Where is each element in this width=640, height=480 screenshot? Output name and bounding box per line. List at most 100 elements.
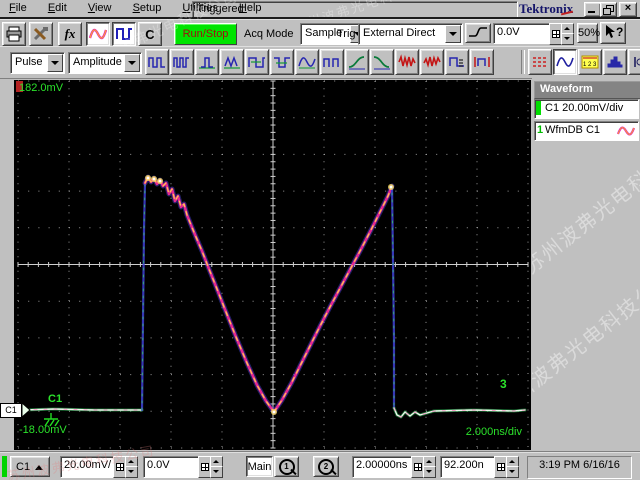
wave-button[interactable] [295, 49, 319, 75]
duty-button[interactable] [270, 49, 294, 75]
print-button[interactable] [2, 22, 26, 46]
cursors-button[interactable] [528, 49, 552, 75]
pair-icon [323, 58, 339, 67]
graticule-svg [17, 80, 529, 449]
measurement-icon-bar [145, 49, 495, 75]
status-bar: C1 20.00mV/ 0.0V Main 1 2 2.00000ns 92.2… [0, 443, 640, 480]
menu-setup[interactable]: Setup [124, 0, 171, 17]
rise-button[interactable] [345, 49, 369, 75]
clear-button[interactable]: C [138, 22, 162, 46]
vertical-offset-field[interactable]: 0.0V [143, 456, 200, 478]
width-button[interactable] [245, 49, 269, 75]
spin-down-icon[interactable] [423, 466, 436, 478]
measurement-dropdown-button[interactable] [124, 54, 140, 72]
watermark-text: 苏州波弗光电科技公司 [532, 266, 640, 419]
run-stop-button[interactable]: Run/Stop [174, 23, 237, 45]
waveform-scale-row[interactable]: C1 20.00mV/div [534, 99, 639, 119]
chevron-down-icon [128, 61, 136, 65]
fx-icon: fx [64, 26, 76, 41]
acq-mode-label: Acq Mode [244, 28, 294, 40]
menu-bar: File Edit View Setup Utilities Help Trig… [0, 0, 640, 35]
timebase-readout: 2.000ns/div [465, 426, 522, 438]
menu-view[interactable]: View [79, 0, 121, 17]
pulse3-button[interactable] [195, 49, 219, 75]
jit1-button[interactable] [395, 49, 419, 75]
minimize-icon [588, 11, 595, 13]
oscilloscope-app-window: File Edit View Setup Utilities Help Trig… [0, 0, 640, 480]
timebase-main-button[interactable]: Main [246, 456, 273, 477]
measure-category-dropdown-button[interactable] [47, 54, 63, 72]
pulse-display-button[interactable] [112, 22, 136, 46]
trigger-source-select[interactable]: External Direct [358, 23, 463, 45]
menu-edit[interactable]: Edit [39, 0, 76, 17]
channel-select-button[interactable]: C1 [10, 456, 50, 477]
duty-icon [274, 57, 290, 68]
spin-down-icon[interactable] [561, 33, 574, 45]
waveform-view-icon [556, 57, 574, 67]
horizontal-scale-spinner[interactable] [423, 456, 436, 478]
trigger-source-dropdown-button[interactable] [445, 25, 461, 43]
spin-down-icon[interactable] [506, 466, 519, 478]
trigger-level-field[interactable]: 0.0V [493, 23, 550, 44]
levels-button[interactable] [445, 49, 469, 75]
waveform-view-button[interactable] [553, 49, 577, 75]
chevron-down-icon [449, 32, 457, 36]
measure-category-select[interactable]: Pulse [10, 52, 65, 74]
wfmdb-row[interactable]: 1 WfmDB C1 [534, 121, 639, 141]
waveform-panel-header: Waveform [534, 81, 640, 99]
rise-icon [348, 56, 365, 70]
jit2-button[interactable] [420, 49, 444, 75]
restore-button[interactable] [600, 2, 617, 17]
graticule-display: 182.0mV -18.00mV 2.000ns/div C1 3 [14, 80, 531, 450]
measurement-value: Amplitude [73, 56, 122, 68]
spin-down-icon[interactable] [125, 466, 138, 478]
wfmdb-label: WfmDB C1 [545, 124, 600, 136]
set-50pct-button[interactable]: 50% [577, 23, 600, 43]
waveform-display-button[interactable] [86, 22, 110, 46]
horizontal-position-field[interactable]: 92.200n [440, 456, 496, 478]
pulse2-button[interactable] [170, 49, 194, 75]
horizontal-position-spinner[interactable] [506, 456, 519, 478]
pulse1-icon [148, 57, 165, 68]
context-help-button[interactable]: ? [600, 22, 626, 44]
chevron-up-icon [35, 465, 43, 470]
fall-icon [373, 56, 390, 70]
spin-down-icon[interactable] [210, 466, 223, 478]
measurement-toolbar: Pulse Amplitude 1 2 3 [0, 46, 640, 79]
magnifier-handle [290, 468, 297, 476]
cursors-icon [533, 57, 547, 67]
menu-file[interactable]: File [0, 0, 36, 17]
jit1-icon [398, 54, 416, 69]
vertical-scale-spinner[interactable] [125, 456, 138, 478]
measurement-select[interactable]: Amplitude [68, 52, 142, 74]
mask-button[interactable] [628, 49, 640, 75]
svg-text:1 2 3: 1 2 3 [583, 62, 597, 68]
minimize-button[interactable] [584, 2, 601, 17]
wfmdb-index: 1 [537, 124, 544, 136]
vertical-offset-spinner[interactable] [210, 456, 223, 478]
math-fx-button[interactable]: fx [58, 22, 82, 46]
zoom-1-button[interactable]: 1 [274, 456, 299, 477]
readouts-button[interactable]: 1 2 3 [578, 49, 602, 75]
pulse1-button[interactable] [145, 49, 169, 75]
trigger-level-spinner[interactable] [561, 23, 574, 45]
gate-icon [474, 57, 490, 67]
gate-button[interactable] [470, 49, 494, 75]
histogram-button[interactable] [603, 49, 627, 75]
close-button[interactable]: × [619, 2, 637, 17]
wfmdb-wave-icon [617, 126, 635, 136]
burst-icon [224, 55, 240, 69]
horizontal-scale-field[interactable]: 2.00000ns [352, 456, 413, 478]
pair-button[interactable] [320, 49, 344, 75]
fall-button[interactable] [370, 49, 394, 75]
levels-icon [449, 57, 464, 67]
zoom-2-button[interactable]: 2 [313, 456, 339, 477]
vertical-scale-field[interactable]: 20.00mV/ [60, 456, 115, 478]
marker-3: 3 [500, 377, 507, 391]
trig-label: Trig [337, 28, 356, 40]
trigger-slope-button[interactable] [465, 23, 491, 43]
utilities-tools-button[interactable] [29, 22, 53, 46]
burst-button[interactable] [220, 49, 244, 75]
channel-badge[interactable]: C1 [0, 403, 22, 418]
main-toolbar: fx C Run/Stop Acq Mode Sample Trig Exter… [0, 0, 640, 68]
